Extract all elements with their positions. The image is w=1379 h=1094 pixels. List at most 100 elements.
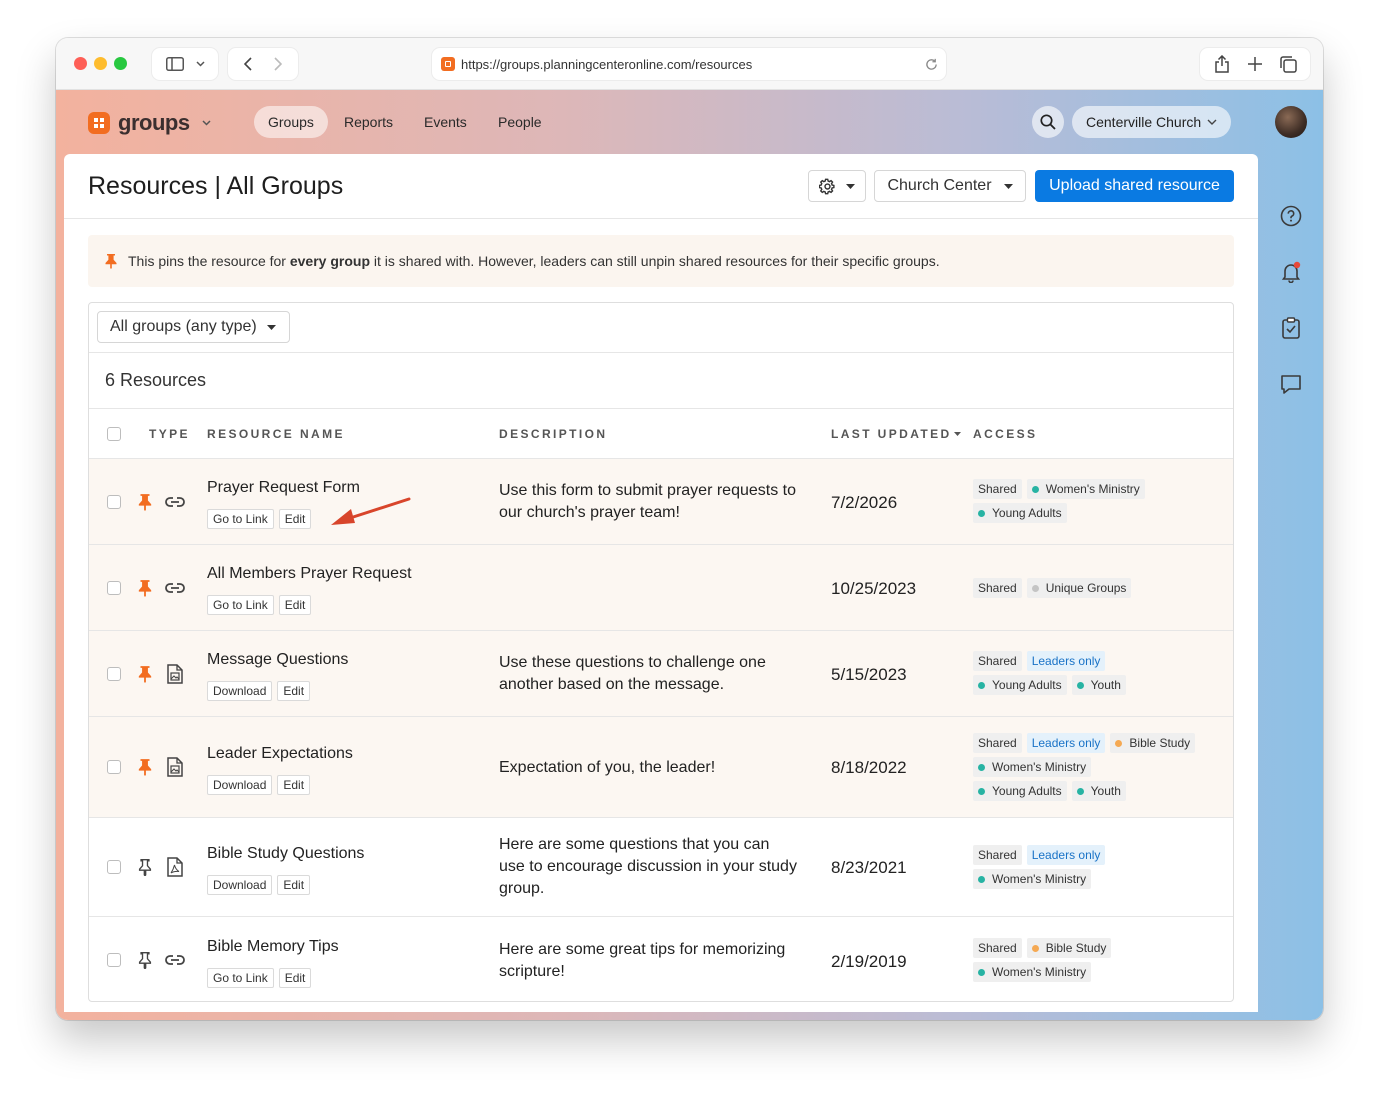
resource-name[interactable]: Leader Expectations	[207, 745, 353, 763]
row-checkbox[interactable]	[107, 581, 121, 595]
download-button[interactable]: Download	[207, 875, 273, 895]
access-tag-shared: Shared	[973, 845, 1022, 865]
access-tag-group: Young Adults	[973, 781, 1067, 801]
nav-tab-people[interactable]: People	[484, 106, 556, 138]
group-color-dot	[1031, 584, 1039, 592]
last-updated-date: 10/25/2023	[831, 579, 917, 598]
edit-button[interactable]: Edit	[277, 775, 311, 795]
row-checkbox[interactable]	[107, 953, 121, 967]
annotation-arrow-icon	[331, 497, 411, 525]
download-button[interactable]: Download	[207, 681, 273, 701]
tab-overview-icon[interactable]	[1279, 55, 1297, 73]
share-icon[interactable]	[1214, 55, 1230, 73]
pin-outline-icon[interactable]	[137, 951, 153, 969]
select-all-checkbox[interactable]	[107, 427, 121, 441]
group-filter-select[interactable]: All groups (any type)	[97, 311, 290, 343]
column-header-name[interactable]: RESOURCE NAME	[207, 427, 345, 441]
new-tab-icon[interactable]	[1247, 57, 1262, 71]
image-file-icon	[164, 663, 186, 685]
pin-icon[interactable]	[137, 758, 153, 776]
access-tag-line: Young Adults	[973, 503, 1145, 523]
edit-button[interactable]: Edit	[278, 595, 312, 615]
browser-titlebar: https://groups.planningcenteronline.com/…	[56, 38, 1323, 90]
upload-shared-resource-button[interactable]: Upload shared resource	[1035, 170, 1234, 202]
resource-description: Here are some great tips for memorizing …	[499, 941, 786, 980]
close-window-button[interactable]	[74, 57, 87, 70]
search-button[interactable]	[1032, 106, 1064, 138]
access-tag-shared: Shared	[973, 479, 1022, 499]
back-nav-button[interactable]	[228, 48, 298, 80]
church-center-dropdown[interactable]: Church Center	[874, 170, 1026, 202]
access-tag-group: Youth	[1071, 675, 1126, 695]
caret-down-icon	[846, 183, 855, 189]
row-checkbox[interactable]	[107, 760, 121, 774]
pin-icon[interactable]	[137, 579, 153, 597]
zoom-window-button[interactable]	[114, 57, 127, 70]
image-file-icon	[164, 756, 186, 778]
access-tag-group: Bible Study	[1026, 938, 1112, 958]
go-to-link-button[interactable]: Go to Link	[207, 595, 274, 615]
access-tag-line: Shared Leaders only Bible Study	[973, 733, 1196, 753]
access-tag-shared: Shared	[973, 733, 1022, 753]
nav-tab-groups[interactable]: Groups	[254, 106, 328, 138]
row-checkbox[interactable]	[107, 667, 121, 681]
last-updated-date: 5/15/2023	[831, 665, 907, 684]
settings-dropdown-button[interactable]	[808, 170, 866, 202]
access-tag-line: Shared Leaders only	[973, 845, 1106, 865]
column-header-description: DESCRIPTION	[499, 427, 608, 441]
access-tag-group: Youth	[1071, 781, 1126, 801]
edit-button[interactable]: Edit	[278, 968, 312, 988]
nav-tab-events[interactable]: Events	[410, 106, 481, 138]
edit-button[interactable]: Edit	[278, 509, 312, 529]
access-tags: Shared Leaders only Bible Study Women's …	[973, 733, 1196, 801]
resource-name[interactable]: Bible Study Questions	[207, 845, 364, 863]
resource-name[interactable]: Bible Memory Tips	[207, 938, 339, 956]
address-bar[interactable]: https://groups.planningcenteronline.com/…	[432, 48, 946, 80]
clipboard-check-icon[interactable]	[1279, 316, 1303, 340]
minimize-window-button[interactable]	[94, 57, 107, 70]
last-updated-date: 2/19/2019	[831, 952, 907, 971]
access-tag-line: Young Adults Youth	[973, 675, 1126, 695]
nav-tab-reports[interactable]: Reports	[330, 106, 407, 138]
chevron-down-icon	[1207, 119, 1217, 125]
column-header-last-updated[interactable]: LAST UPDATED	[831, 427, 961, 441]
help-icon[interactable]	[1279, 204, 1303, 228]
sort-caret-icon	[953, 432, 961, 436]
group-color-dot	[1115, 739, 1123, 747]
app-switcher[interactable]: groups	[88, 110, 211, 136]
download-button[interactable]: Download	[207, 775, 273, 795]
pin-icon[interactable]	[137, 493, 153, 511]
user-avatar[interactable]	[1275, 106, 1307, 138]
pin-icon[interactable]	[137, 665, 153, 683]
resource-description: Here are some questions that you can use…	[499, 836, 797, 897]
organization-switcher[interactable]: Centerville Church	[1072, 106, 1232, 138]
app-area: groups Groups Reports Events People Cent…	[56, 90, 1323, 1020]
resource-description: Expectation of you, the leader!	[499, 759, 716, 776]
row-checkbox[interactable]	[107, 495, 121, 509]
chat-message-icon[interactable]	[1279, 372, 1303, 396]
access-tag-line: Women's Ministry	[973, 962, 1111, 982]
access-tag-leaders-only: Leaders only	[1026, 845, 1106, 865]
access-tags: Shared Leaders only Women's Ministry	[973, 845, 1106, 889]
notice-text: This pins the resource for every group i…	[128, 253, 940, 269]
access-tag-line: Shared Leaders only	[973, 651, 1126, 671]
resource-actions: Go to Link Edit	[207, 595, 312, 615]
resource-name[interactable]: Message Questions	[207, 651, 348, 669]
sidebar-toggle-button[interactable]	[152, 48, 218, 80]
access-tag-line: Shared Bible Study	[973, 938, 1112, 958]
go-to-link-button[interactable]: Go to Link	[207, 509, 274, 529]
go-to-link-button[interactable]: Go to Link	[207, 968, 274, 988]
pin-outline-icon[interactable]	[137, 858, 153, 876]
notifications-bell-icon[interactable]	[1279, 260, 1303, 284]
edit-button[interactable]: Edit	[277, 681, 311, 701]
last-updated-date: 8/23/2021	[831, 858, 907, 877]
resource-name[interactable]: All Members Prayer Request	[207, 565, 412, 583]
row-checkbox[interactable]	[107, 860, 121, 874]
access-tag-group: Young Adults	[973, 675, 1067, 695]
edit-button[interactable]: Edit	[277, 875, 311, 895]
reload-icon[interactable]	[925, 58, 938, 71]
access-tag-group: Women's Ministry	[973, 962, 1092, 982]
url-text: https://groups.planningcenteronline.com/…	[461, 56, 753, 72]
chevron-right-icon	[274, 57, 282, 71]
access-tag-line: Shared Women's Ministry	[973, 479, 1145, 499]
